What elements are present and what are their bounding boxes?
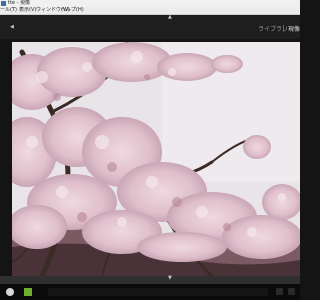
menu-item-tools[interactable]: ール(T) [0, 7, 17, 14]
window-title: tte - 現像 [8, 0, 30, 6]
cherry-blossom-photo [12, 42, 300, 276]
module-develop-tab[interactable]: 現像 [288, 24, 300, 33]
taskbar-apps-area [48, 288, 268, 296]
photo-view[interactable] [0, 39, 300, 276]
taskbar-app-icon-green[interactable] [24, 288, 32, 296]
taskbar [0, 284, 300, 300]
menu-bar: ール(T) 表示(V) ウィンドウ(W) ヘルプ(H) [0, 7, 300, 15]
taskbar-app-icon[interactable] [6, 288, 14, 296]
module-divider [283, 25, 284, 32]
collapse-top-panel-icon[interactable]: ▲ [168, 14, 172, 20]
title-bar: tte - 現像 [0, 0, 300, 7]
menu-item-help[interactable]: ヘルプ(H) [61, 7, 84, 14]
tray-icon[interactable] [276, 288, 283, 295]
filmstrip-bar: ▼ [0, 275, 300, 284]
collapse-left-panel-icon[interactable]: ◀ [10, 24, 14, 30]
module-picker-panel: ▲ ◀ ライブラリ 現像 [0, 14, 300, 39]
tray-icon[interactable] [288, 288, 295, 295]
app-icon [1, 1, 6, 6]
collapse-filmstrip-icon[interactable]: ▼ [168, 275, 172, 281]
menu-item-view[interactable]: 表示(V) [19, 7, 36, 14]
